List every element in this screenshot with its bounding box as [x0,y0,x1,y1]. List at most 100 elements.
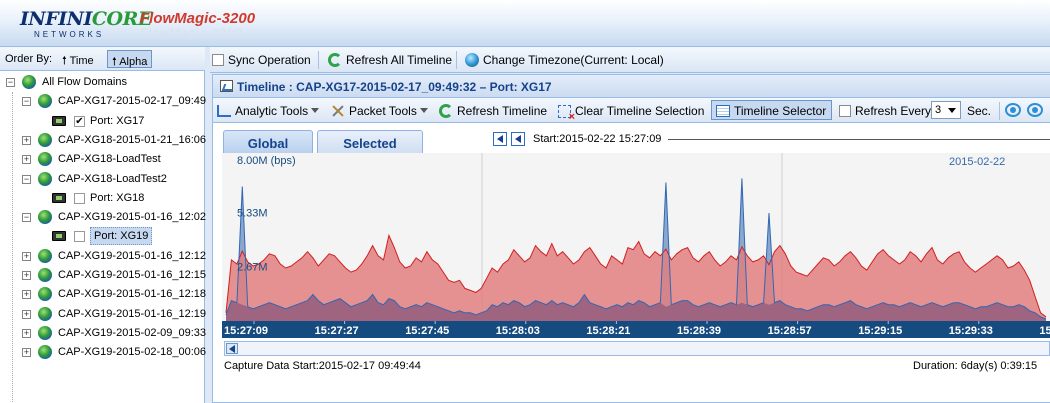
timeline-title: Timeline : CAP-XG17-2015-02-17_09:49:32 … [237,80,552,94]
y-tick-label: 5.33M [237,207,268,219]
flow-domain-globe-icon [22,75,36,89]
chevron-down-icon [419,108,428,113]
order-by-time-button[interactable]: 🠕 Time [58,50,98,68]
main-toolbar: Sync Operation Refresh All Timeline Chan… [210,47,1050,73]
clear-selection-icon [558,105,575,123]
tools-icon [331,104,345,118]
collapse-icon[interactable]: − [22,213,31,223]
packet-tools-menu[interactable]: Packet Tools [331,104,428,118]
x-tick-label: 15:27:09 [224,325,268,337]
port-checkbox[interactable] [74,192,85,204]
app-header: INFINICORE NETWORKS FlowMagic-3200 FlowM… [0,0,1050,47]
tree-item-label: CAP-XG18-2015-01-21_16:06 [58,133,206,146]
port-checkbox[interactable] [74,231,85,243]
jump-to-start-icon[interactable] [493,132,507,146]
x-tick-label: 15:29:33 [949,325,993,337]
flow-domain-globe-icon [38,268,52,282]
port-checkbox[interactable]: ✔ [74,115,85,127]
tree-item-label: All Flow Domains [42,76,127,88]
tree-guide-line [12,92,13,402]
x-tick-label: 15:28:21 [586,325,630,337]
port-monitor-icon [52,192,66,203]
refresh-interval-select[interactable]: 3 [931,101,961,119]
expand-icon[interactable]: + [22,348,31,358]
analytic-chart-icon [217,105,231,117]
x-tick-label: 15:29:15 [858,325,902,337]
expand-icon[interactable]: + [22,328,31,338]
tab-selected[interactable]: Selected [317,130,423,154]
chevron-down-icon [311,108,320,113]
sort-up-arrow-icon: 🠕 [112,56,117,68]
port-monitor-icon [52,231,66,242]
tree-item-label: CAP-XG17-2015-02-17_09:49 [58,95,206,108]
expand-icon[interactable]: + [22,290,31,300]
collapse-icon[interactable]: − [6,78,15,87]
logo-subtext: NETWORKS [34,30,105,39]
analytic-tools-menu[interactable]: Analytic Tools [217,104,320,118]
refresh-icon [439,104,453,118]
flow-domain-globe-icon [38,345,52,360]
order-by-alpha-button[interactable]: 🠕 Alpha [107,50,153,68]
clear-timeline-selection-button[interactable]: Clear Timeline Selection [558,104,704,123]
globe-icon [465,53,479,67]
expand-icon[interactable]: + [22,155,31,165]
step-back-icon[interactable] [511,132,525,146]
bandwidth-area-chart[interactable]: 8.00M (bps) 5.33M 2.67M 2015-02-22 15:27:09 1… [222,153,1050,338]
flow-domain-globe-icon [38,171,52,186]
tree-item-label: Port: XG19 [90,227,153,246]
refresh-timeline-button[interactable]: Refresh Timeline [439,104,547,118]
capture-data-start: Capture Data Start:2015-02-17 09:49:44 [224,360,421,372]
tree-item-label: CAP-XG19-2015-01-16_12:15 [58,269,206,281]
y-tick-label: 2.67M [237,262,268,274]
view-icon[interactable] [1005,103,1021,117]
collapse-icon[interactable]: − [22,174,31,184]
toolbar-separator [999,102,1000,120]
refresh-icon [328,53,342,67]
timeline-toolbar: Analytic Tools Packet Tools Refresh Time… [213,98,1050,123]
tree-item-label: CAP-XG18-LoadTest [58,153,161,166]
order-by-label: Order By: [5,53,53,65]
flow-domain-panel: Order By: 🠕 Time 🠕 Alpha − All Flow Domai… [0,47,206,403]
timeline-range-line [668,139,1050,140]
scroll-left-arrow-icon[interactable] [226,343,238,354]
tree-item-label: CAP-XG19-2015-01-16_12:19 [58,307,206,320]
change-timezone-button[interactable]: Change Timezone(Current: Local) [465,53,664,67]
infinicore-logo: INFINICORE NETWORKS [20,6,152,42]
collapse-icon[interactable]: − [22,97,31,107]
tree-item-label: CAP-XG19-2015-02-18_00:06 [58,346,206,359]
expand-icon[interactable]: + [22,309,31,319]
sync-operation-toggle[interactable]: Sync Operation [212,53,311,67]
tree-item-label: Port: XG17 [90,114,145,127]
flow-domain-globe-icon [38,210,52,225]
toolbar-separator [456,51,457,69]
checkbox-icon [839,105,851,117]
x-tick-label: 15:27:27 [315,325,359,337]
expand-icon[interactable]: + [22,135,31,145]
flow-domain-globe-icon [38,325,52,340]
timeline-chart-icon [220,80,233,92]
refresh-all-timeline-button[interactable]: Refresh All Timeline [328,53,452,67]
flow-domain-globe-icon [38,132,52,147]
x-tick-label: 15:28:03 [496,325,540,337]
view-all-icon[interactable] [1027,103,1043,117]
x-tick-label: 15:28:57 [768,325,812,337]
expand-icon[interactable]: + [22,251,31,261]
product-name: FlowMagic-3200 [140,10,256,27]
tab-global[interactable]: Global [223,130,313,154]
flow-domain-globe-icon [38,94,52,109]
x-tick-label: 15:28:39 [677,325,721,337]
tree-item-label: CAP-XG19-2015-02-09_09:33 [58,326,206,339]
order-by-bar: Order By: 🠕 Time 🠕 Alpha [0,47,205,71]
x-tick-label: 15:27:45 [405,325,449,337]
expand-icon[interactable]: + [22,271,31,280]
tree-item-label: CAP-XG19-2015-01-16_12:12 [58,249,206,262]
timeline-start-label: Start:2015-02-22 15:27:09 [533,133,662,145]
timeline-selector-icon [716,105,730,117]
seconds-label: Sec. [967,104,992,118]
refresh-every-toggle[interactable]: Refresh Every [839,104,931,118]
logo-wordmark: INFINICORE [20,8,152,30]
port-monitor-icon [52,115,66,126]
flow-domain-globe-icon [38,287,52,302]
timeline-scrollbar[interactable] [224,341,1050,356]
timeline-selector-button[interactable]: Timeline Selector [711,100,833,120]
